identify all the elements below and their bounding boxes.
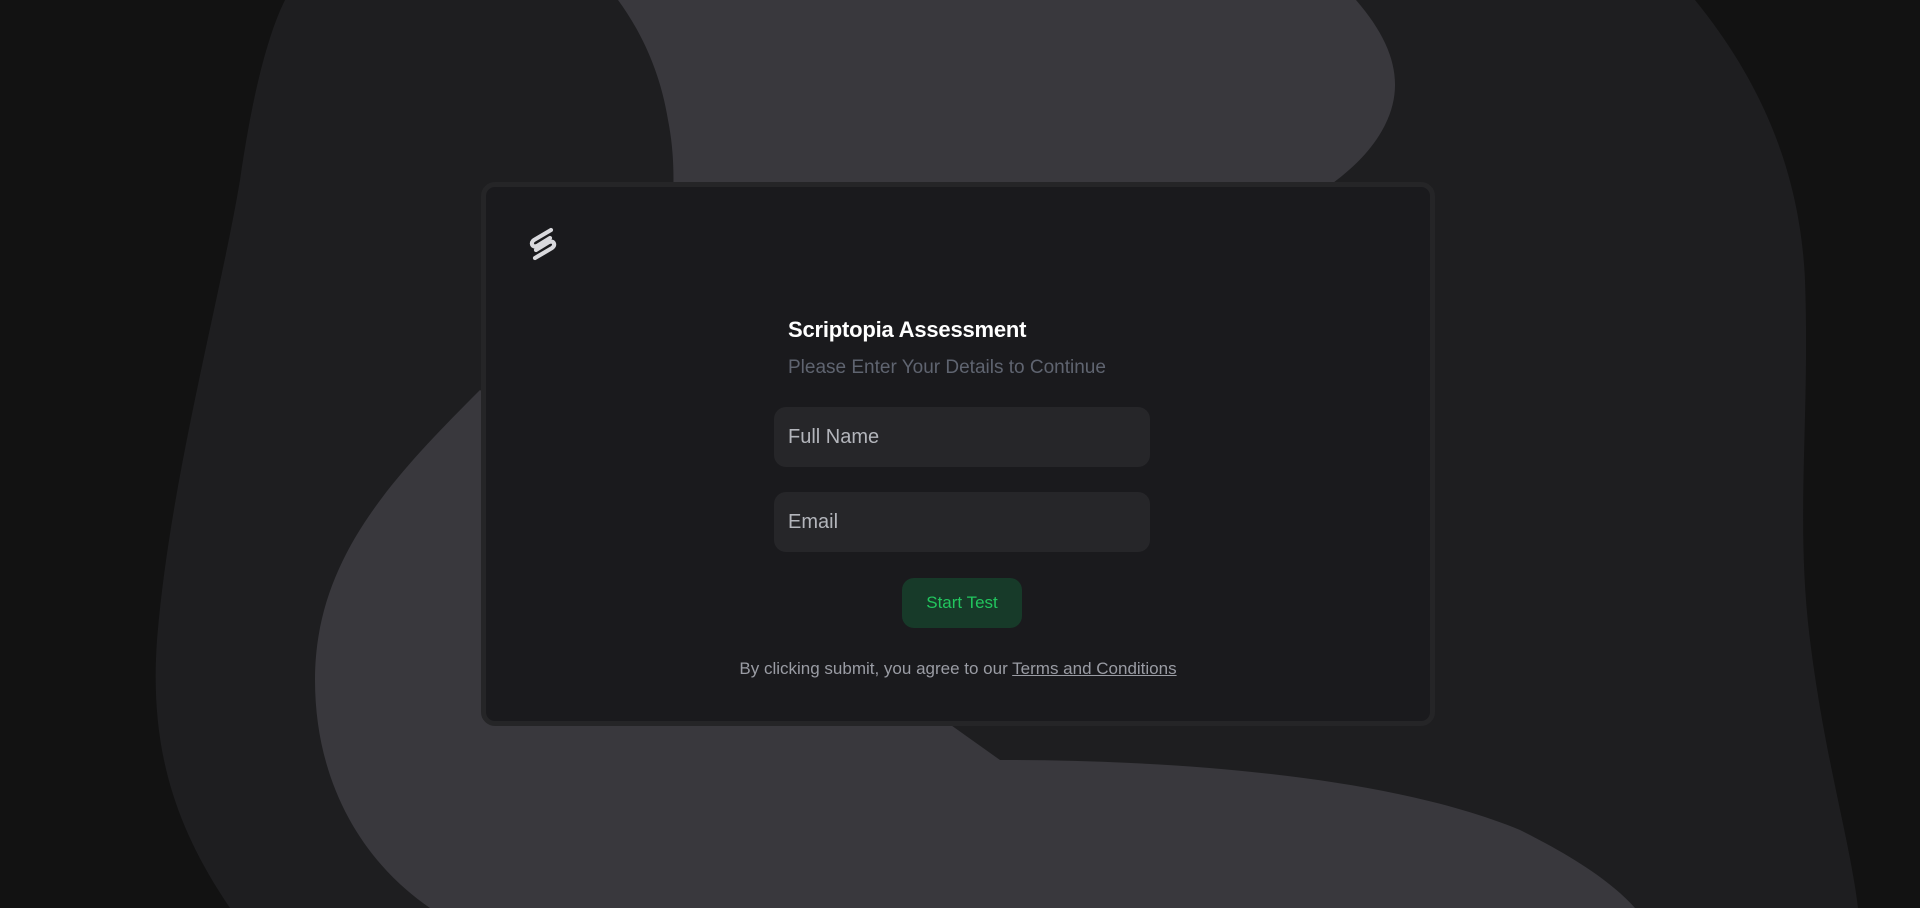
assessment-card: Scriptopia Assessment Please Enter Your …	[481, 182, 1435, 726]
terms-prefix-text: By clicking submit, you agree to our	[739, 659, 1008, 678]
start-test-button[interactable]: Start Test	[902, 578, 1022, 628]
full-name-input[interactable]	[774, 407, 1150, 467]
email-input[interactable]	[774, 492, 1150, 552]
paperclip-s-logo-icon	[529, 227, 557, 261]
terms-and-conditions-link[interactable]: Terms and Conditions	[1012, 659, 1176, 678]
page-subtitle: Please Enter Your Details to Continue	[788, 357, 1106, 378]
terms-notice: By clicking submit, you agree to our Ter…	[486, 657, 1430, 681]
page: Scriptopia Assessment Please Enter Your …	[0, 0, 1920, 908]
page-title: Scriptopia Assessment	[788, 317, 1027, 342]
details-form: Scriptopia Assessment Please Enter Your …	[774, 313, 1150, 628]
button-row: Start Test	[774, 578, 1150, 628]
